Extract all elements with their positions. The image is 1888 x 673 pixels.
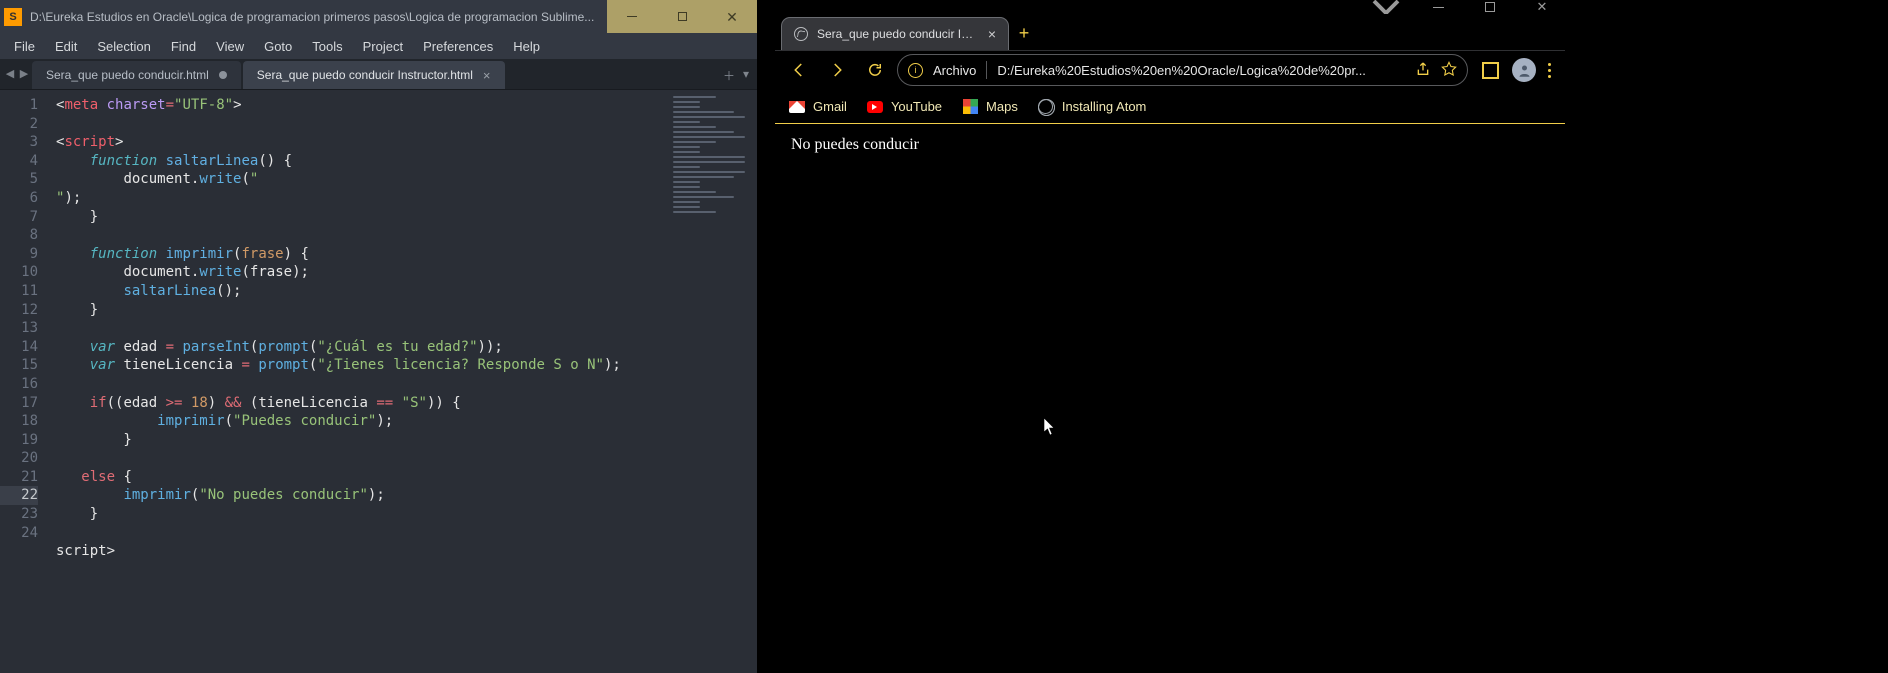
chrome-toolbar: i Archivo D:/Eureka%20Estudios%20en%20Or… [775, 50, 1565, 90]
chrome-tab-title: Sera_que puedo conducir Instruc [817, 27, 979, 41]
tab-history-nav: ◀ ▶ [4, 65, 30, 81]
sublime-window: S D:\Eureka Estudios en Oracle\Logica de… [0, 0, 757, 673]
reload-button[interactable] [859, 54, 891, 86]
close-button[interactable]: ✕ [707, 0, 757, 33]
chrome-dropdown-icon[interactable] [1371, 0, 1401, 14]
chrome-toolbar-right [1474, 54, 1557, 86]
url-scheme: Archivo [933, 63, 976, 78]
bookmark-star-icon[interactable] [1441, 61, 1457, 80]
tab-dirty-indicator [219, 71, 227, 79]
bookmark-maps[interactable]: Maps [962, 99, 1018, 115]
share-icon[interactable] [1415, 61, 1431, 80]
minimap-content [673, 96, 751, 216]
maximize-button[interactable] [657, 0, 707, 33]
extensions-button[interactable] [1474, 54, 1506, 86]
url-path: D:/Eureka%20Estudios%20en%20Oracle/Logic… [997, 63, 1405, 78]
sublime-editor-body: 1 2 3 4 5 6 7 8 9 10 11 12 13 14 15 16 1… [0, 90, 757, 673]
site-info-icon[interactable]: i [908, 63, 923, 78]
bookmark-installing-atom[interactable]: Installing Atom [1038, 99, 1147, 115]
menu-preferences[interactable]: Preferences [413, 35, 503, 58]
menu-edit[interactable]: Edit [45, 35, 87, 58]
minimize-button[interactable] [607, 0, 657, 33]
chrome-menu-button[interactable] [1542, 63, 1557, 78]
chrome-page-content: No puedes conducir [775, 124, 1565, 673]
bookmarks-bar: Gmail YouTube Maps Installing Atom [775, 90, 1565, 124]
maps-icon [962, 99, 978, 115]
tab-sera-que-puedo-conducir[interactable]: Sera_que puedo conducir.html [32, 61, 241, 89]
omnibox-separator [986, 61, 987, 79]
tab-sera-que-puedo-conducir-instructor[interactable]: Sera_que puedo conducir Instructor.html … [243, 61, 505, 89]
tab-overflow-button[interactable]: ▾ [743, 67, 749, 84]
menu-file[interactable]: File [4, 35, 45, 58]
bookmark-youtube[interactable]: YouTube [867, 99, 942, 115]
tab-history-forward[interactable]: ▶ [18, 65, 30, 81]
tab-label: Sera_que puedo conducir.html [46, 68, 209, 82]
menu-selection[interactable]: Selection [87, 35, 160, 58]
window-title-path: D:\Eureka Estudios en Oracle\Logica de p… [30, 10, 607, 24]
chrome-minimize-button[interactable] [1423, 0, 1453, 14]
chrome-tab-close-icon[interactable]: × [988, 26, 996, 42]
chrome-window-controls: ✕ [775, 0, 1565, 14]
back-button[interactable] [783, 54, 815, 86]
sublime-app-icon: S [4, 8, 22, 26]
bookmark-gmail[interactable]: Gmail [789, 99, 847, 115]
tab-label: Sera_que puedo conducir Instructor.html [257, 68, 473, 82]
atom-icon [1038, 99, 1054, 115]
page-output-text: No puedes conducir [791, 136, 919, 153]
sublime-tab-bar: ◀ ▶ Sera_que puedo conducir.html Sera_qu… [0, 59, 757, 90]
tab-close-icon[interactable]: × [483, 68, 491, 83]
forward-button[interactable] [821, 54, 853, 86]
chrome-window: ✕ Sera_que puedo conducir Instruc × + i … [775, 0, 1565, 673]
menu-help[interactable]: Help [503, 35, 550, 58]
gmail-icon [789, 99, 805, 115]
sublime-titlebar[interactable]: S D:\Eureka Estudios en Oracle\Logica de… [0, 0, 757, 33]
menu-view[interactable]: View [206, 35, 254, 58]
chrome-close-button[interactable]: ✕ [1527, 0, 1557, 14]
chrome-maximize-button[interactable] [1475, 0, 1505, 14]
globe-icon [794, 27, 808, 41]
profile-avatar[interactable] [1512, 58, 1536, 82]
menu-project[interactable]: Project [353, 35, 413, 58]
menu-tools[interactable]: Tools [302, 35, 352, 58]
chrome-tab-sera-que-puedo-conducir[interactable]: Sera_que puedo conducir Instruc × [781, 17, 1009, 50]
menu-goto[interactable]: Goto [254, 35, 302, 58]
tab-history-back[interactable]: ◀ [4, 65, 16, 81]
youtube-icon [867, 99, 883, 115]
code-editor[interactable]: <meta charset="UTF-8"> <script> function… [48, 90, 667, 673]
minimap[interactable] [667, 90, 757, 673]
sublime-window-controls: ✕ [607, 0, 757, 33]
chrome-tab-strip: Sera_que puedo conducir Instruc × + [775, 14, 1565, 50]
sublime-menubar: File Edit Selection Find View Goto Tools… [0, 33, 757, 59]
address-bar[interactable]: i Archivo D:/Eureka%20Estudios%20en%20Or… [897, 54, 1468, 86]
new-tab-button[interactable]: ＋ [723, 67, 735, 84]
chrome-new-tab-button[interactable]: + [1009, 17, 1039, 50]
line-number-gutter[interactable]: 1 2 3 4 5 6 7 8 9 10 11 12 13 14 15 16 1… [0, 90, 48, 673]
menu-find[interactable]: Find [161, 35, 206, 58]
